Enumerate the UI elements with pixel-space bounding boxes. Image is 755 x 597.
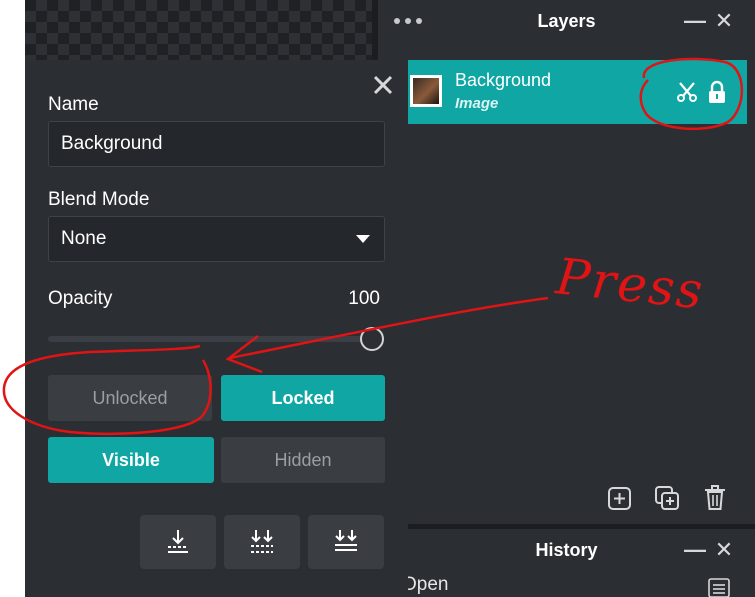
close-layers-button[interactable]: ✕ xyxy=(713,8,735,34)
chevron-down-icon xyxy=(356,235,370,243)
minimize-layers-button[interactable]: — xyxy=(684,8,706,34)
merge-down-button[interactable] xyxy=(140,515,216,569)
close-icon[interactable] xyxy=(370,72,396,98)
history-list-icon[interactable] xyxy=(708,578,730,597)
scissors-icon[interactable] xyxy=(675,80,699,104)
minimize-history-button[interactable]: — xyxy=(684,537,706,563)
name-input[interactable]: Background xyxy=(48,121,385,167)
history-header: History — ✕ xyxy=(378,529,755,573)
opacity-slider-handle[interactable] xyxy=(360,327,384,351)
visible-button[interactable]: Visible xyxy=(48,437,214,483)
layer-properties-popup: Name Background Blend Mode None Opacity … xyxy=(25,60,408,597)
name-label: Name xyxy=(48,94,99,115)
blend-mode-select[interactable]: None xyxy=(48,216,385,262)
merge-visible-icon xyxy=(251,530,273,553)
flatten-button[interactable] xyxy=(308,515,384,569)
add-layer-icon[interactable] xyxy=(607,484,633,512)
blend-mode-label: Blend Mode xyxy=(48,189,150,210)
canvas-edge xyxy=(0,0,25,597)
locked-button[interactable]: Locked xyxy=(221,375,385,421)
layers-header: Layers — ✕ xyxy=(378,0,755,44)
layer-name: Background xyxy=(455,70,552,90)
hidden-button[interactable]: Hidden xyxy=(221,437,385,483)
duplicate-layer-icon[interactable] xyxy=(654,484,680,512)
opacity-value: 100 xyxy=(348,288,380,309)
merge-visible-button[interactable] xyxy=(224,515,300,569)
unlocked-button[interactable]: Unlocked xyxy=(48,375,212,421)
opacity-slider-track[interactable] xyxy=(48,336,370,342)
flatten-icon xyxy=(335,530,357,551)
opacity-label: Opacity xyxy=(48,288,113,309)
history-item-open[interactable]: Open xyxy=(402,574,448,596)
blend-mode-value: None xyxy=(61,228,107,249)
layer-item-background[interactable]: Background Image xyxy=(408,60,747,124)
close-history-button[interactable]: ✕ xyxy=(713,537,735,563)
layer-thumbnail xyxy=(410,75,442,107)
layer-type: Image xyxy=(455,95,499,112)
merge-down-icon xyxy=(168,530,188,553)
delete-layer-icon[interactable] xyxy=(702,484,728,512)
lock-icon[interactable] xyxy=(705,80,729,104)
